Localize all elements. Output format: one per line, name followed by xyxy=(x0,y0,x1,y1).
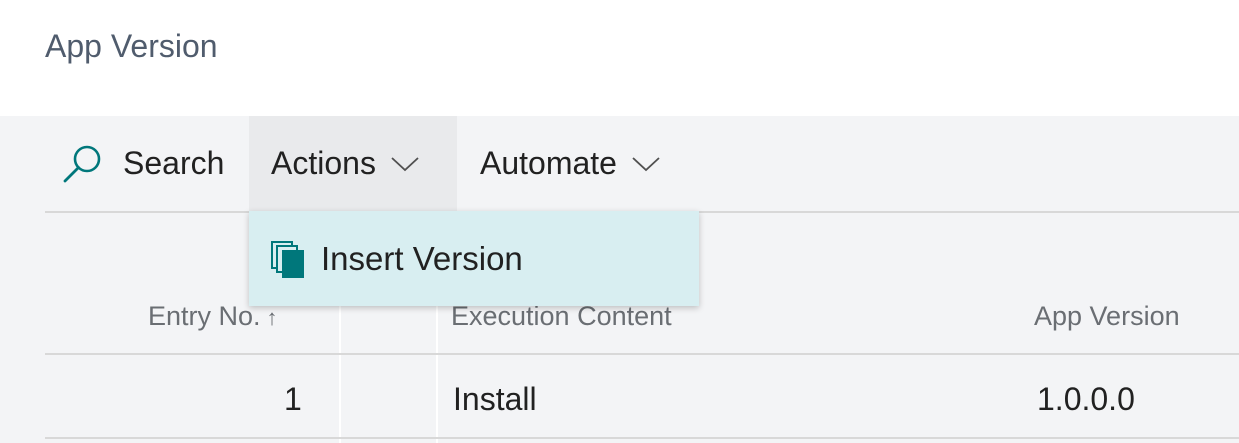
search-icon xyxy=(63,145,101,182)
column-separator xyxy=(436,355,438,443)
automate-menu-button[interactable]: Automate xyxy=(480,116,661,211)
actions-dropdown: Insert Version xyxy=(249,211,699,306)
sort-ascending-icon: ↑ xyxy=(266,305,278,330)
menu-item-label: Insert Version xyxy=(321,239,523,277)
menu-item-insert-version[interactable]: Insert Version xyxy=(249,211,699,306)
column-separator xyxy=(339,355,341,443)
search-button[interactable]: Search xyxy=(61,116,224,211)
column-header-label: App Version xyxy=(1034,301,1180,331)
row-divider xyxy=(45,437,1239,439)
cell-execution-content[interactable]: Install xyxy=(453,379,537,419)
actions-menu-button[interactable]: Actions xyxy=(249,116,457,211)
column-header-app-version[interactable]: App Version xyxy=(1034,296,1180,336)
chevron-down-icon xyxy=(632,156,660,171)
page-title: App Version xyxy=(45,28,218,64)
header-divider xyxy=(45,353,1239,355)
search-label: Search xyxy=(123,145,225,181)
cell-entry-no[interactable]: 1 xyxy=(284,379,302,419)
chevron-down-icon xyxy=(391,156,419,171)
actions-label: Actions xyxy=(271,145,376,181)
action-bar: Search Actions Automate xyxy=(45,116,1239,213)
column-header-label: Entry No. xyxy=(148,301,261,331)
cell-app-version[interactable]: 1.0.0.0 xyxy=(1037,379,1135,419)
automate-label: Automate xyxy=(480,145,617,181)
copy-pages-icon xyxy=(271,240,304,278)
